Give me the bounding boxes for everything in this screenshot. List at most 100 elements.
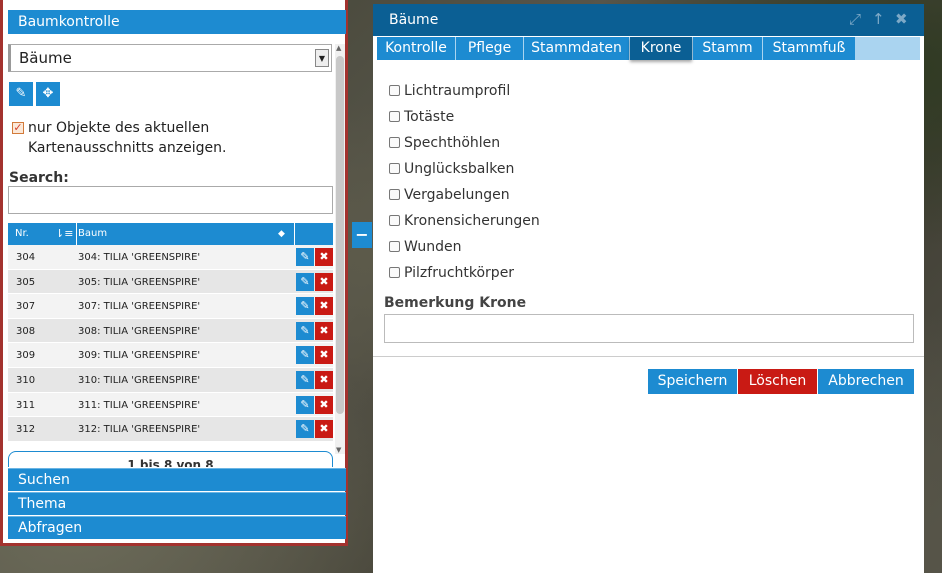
search-input[interactable] [8,186,333,214]
column-header-nr[interactable]: Nr. [15,223,29,245]
layer-select-value: Bäume [19,49,72,67]
delete-row-button[interactable]: ✖ [315,346,333,365]
cell-nr: 309 [16,350,36,362]
table-row[interactable]: 307 307: TILIA 'GREENSPIRE' ✎ ✖ [8,294,333,319]
checkbox[interactable] [389,241,400,252]
table-row[interactable]: 309 309: TILIA 'GREENSPIRE' ✎ ✖ [8,343,333,368]
edit-icon: ✎ [300,372,310,386]
table-body: 304 304: TILIA 'GREENSPIRE' ✎ ✖ 305 305: TILI… [8,245,333,442]
option-ungluecksbalken[interactable]: Unglücksbalken [389,161,514,177]
option-totaeste[interactable]: Totäste [389,109,454,125]
cell-baum: 312: TILIA 'GREENSPIRE' [78,424,201,436]
option-wunden[interactable]: Wunden [389,239,461,255]
option-pilzfruchtkoerper[interactable]: Pilzfruchtkörper [389,265,514,281]
panel-title[interactable]: Baumkontrolle [8,10,346,34]
scrollbar-thumb[interactable] [336,56,344,414]
edit-link-button[interactable]: ✎ [9,82,33,106]
close-icon: ✖ [319,274,329,288]
dialog-titlebar[interactable]: Bäume ⤢ ↑ ✖ [373,4,924,36]
table-header: Nr. ⇂≡ Baum ◆ [8,223,333,245]
extent-filter[interactable]: ✓ nur Objekte des aktuellen Kartenaussch… [12,118,312,158]
cell-baum: 309: TILIA 'GREENSPIRE' [78,350,201,362]
edit-row-button[interactable]: ✎ [296,321,314,340]
delete-button[interactable]: Löschen [738,369,817,394]
dialog-title: Bäume [389,12,439,28]
cell-baum: 310: TILIA 'GREENSPIRE' [78,374,201,386]
table-row[interactable]: 312 312: TILIA 'GREENSPIRE' ✎ ✖ [8,417,333,442]
edit-icon: ✎ [300,274,310,288]
baumkontrolle-panel: Baumkontrolle Bäume ▼ ✎ ✥ ✓ nur Objekte … [0,0,348,546]
delete-row-button[interactable]: ✖ [315,395,333,414]
column-header-baum[interactable]: Baum [78,223,107,245]
save-button[interactable]: Speichern [648,369,737,394]
checkbox[interactable] [389,215,400,226]
accordion-suchen[interactable]: Suchen [8,468,346,491]
edit-row-button[interactable]: ✎ [296,346,314,365]
delete-row-button[interactable]: ✖ [315,321,333,340]
tree-table: Nr. ⇂≡ Baum ◆ 304 304: TILIA 'GREENSPIRE'… [8,223,333,442]
scroll-down-icon[interactable]: ▼ [336,446,341,454]
table-row[interactable]: 304 304: TILIA 'GREENSPIRE' ✎ ✖ [8,245,333,270]
edit-row-button[interactable]: ✎ [296,297,314,316]
extent-filter-checkbox[interactable]: ✓ [12,122,24,134]
arrow-up-icon[interactable]: ↑ [872,4,885,34]
delete-row-button[interactable]: ✖ [315,420,333,439]
edit-row-button[interactable]: ✎ [296,272,314,291]
sort-both-icon[interactable]: ◆ [278,223,285,245]
scrollbar[interactable]: ▲ ▼ [335,44,345,454]
option-lichtraumprofil[interactable]: Lichtraumprofil [389,83,510,99]
collapse-panel-button[interactable]: − [352,222,372,248]
checkbox[interactable] [389,111,400,122]
move-icon: ✥ [42,86,54,101]
edit-row-button[interactable]: ✎ [296,248,314,266]
cell-nr: 307 [16,301,36,313]
delete-row-button[interactable]: ✖ [315,297,333,316]
option-spechthoehlen[interactable]: Spechthöhlen [389,135,500,151]
tab-stammfuss[interactable]: Stammfuß [763,37,855,60]
maximize-icon[interactable]: ⤢ [849,4,861,34]
remark-input[interactable] [384,314,914,343]
checkbox[interactable] [389,189,400,200]
delete-row-button[interactable]: ✖ [315,248,333,266]
accordion-thema[interactable]: Thema [8,492,346,515]
scroll-up-icon[interactable]: ▲ [336,44,341,52]
checkbox[interactable] [389,163,400,174]
option-vergabelungen[interactable]: Vergabelungen [389,187,510,203]
close-icon: ✖ [319,299,329,313]
tab-kontrolle[interactable]: Kontrolle [377,37,455,60]
delete-row-button[interactable]: ✖ [315,370,333,389]
edit-icon: ✎ [300,250,310,263]
cell-baum: 311: TILIA 'GREENSPIRE' [78,399,201,411]
checkbox[interactable] [389,137,400,148]
layer-select[interactable]: Bäume ▼ [8,44,332,72]
delete-row-button[interactable]: ✖ [315,272,333,291]
table-row[interactable]: 305 305: TILIA 'GREENSPIRE' ✎ ✖ [8,269,333,295]
edit-row-button[interactable]: ✎ [296,420,314,439]
table-row[interactable]: 311 311: TILIA 'GREENSPIRE' ✎ ✖ [8,392,333,418]
edit-icon: ✎ [300,348,310,362]
accordion-abfragen[interactable]: Abfragen [8,516,346,539]
table-row[interactable]: 308 308: TILIA 'GREENSPIRE' ✎ ✖ [8,318,333,344]
cell-baum: 308: TILIA 'GREENSPIRE' [78,325,201,337]
edit-row-button[interactable]: ✎ [296,370,314,389]
tab-stammdaten[interactable]: Stammdaten [524,37,629,60]
close-icon: ✖ [319,348,329,362]
cell-nr: 308 [16,325,36,337]
move-button[interactable]: ✥ [36,82,60,106]
close-icon[interactable]: ✖ [895,4,908,34]
remark-label: Bemerkung Krone [384,295,527,311]
checkbox[interactable] [389,85,400,96]
checkbox[interactable] [389,267,400,278]
table-row[interactable]: 310 310: TILIA 'GREENSPIRE' ✎ ✖ [8,367,333,393]
tab-pflege[interactable]: Pflege [456,37,523,60]
edit-row-button[interactable]: ✎ [296,395,314,414]
option-kronensicherungen[interactable]: Kronensicherungen [389,213,540,229]
cancel-button[interactable]: Abbrechen [818,369,914,394]
tab-krone[interactable]: Krone [630,37,692,60]
sort-desc-icon[interactable]: ⇂≡ [55,223,73,245]
pager-info: 1 bis 8 von 8 [8,451,333,467]
close-icon: ✖ [319,323,329,337]
tab-stamm[interactable]: Stamm [693,37,762,60]
edit-icon: ✎ [300,299,310,313]
extent-filter-label: nur Objekte des aktuellen Kartenausschni… [28,120,227,156]
